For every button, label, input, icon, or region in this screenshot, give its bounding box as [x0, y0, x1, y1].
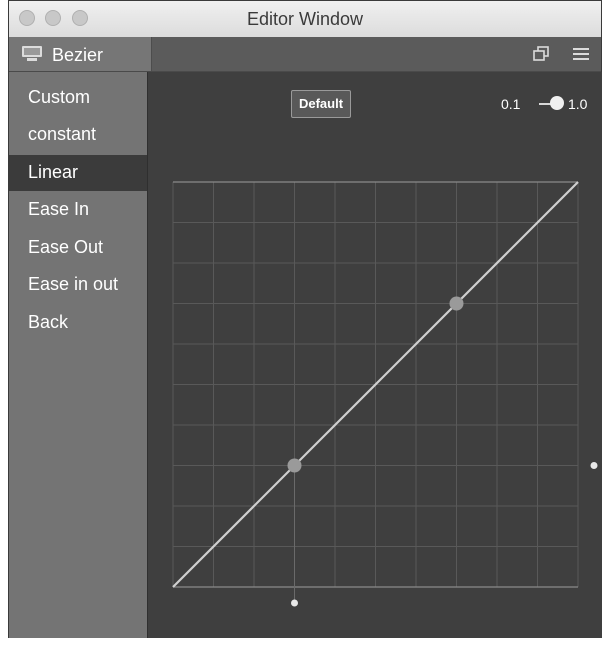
sidebar-item-constant[interactable]: constant — [9, 117, 147, 153]
menu-icon[interactable] — [572, 46, 590, 67]
sidebar-item-ease-in-out[interactable]: Ease in out — [9, 267, 147, 303]
sidebar-item-label: Linear — [28, 162, 79, 182]
curve-editor: Default 0.1 1.0 — [147, 72, 602, 638]
curve-graph[interactable] — [148, 72, 603, 638]
editor-window: Editor Window Bezier Custom constant Lin… — [8, 0, 602, 638]
tab-bar: Bezier — [9, 37, 601, 72]
display-icon — [21, 45, 43, 68]
control-point-2-handle[interactable] — [449, 296, 464, 311]
tab-label: Bezier — [52, 45, 104, 65]
title-bar[interactable]: Editor Window — [9, 1, 601, 38]
sidebar-item-ease-in[interactable]: Ease In — [9, 192, 147, 228]
zoom-max-label: 1.0 — [568, 96, 588, 112]
control-point-1-handle[interactable] — [287, 458, 302, 473]
sidebar-item-label: constant — [28, 124, 97, 144]
zoom-slider-knob[interactable] — [550, 96, 564, 110]
sidebar-item-label: Back — [28, 312, 69, 332]
sidebar-item-ease-out[interactable]: Ease Out — [9, 230, 147, 266]
y-axis-marker[interactable] — [590, 462, 598, 469]
default-button[interactable]: Default — [291, 90, 351, 118]
sidebar-item-label: Custom — [28, 87, 91, 107]
x-axis-marker[interactable] — [291, 599, 298, 607]
preset-sidebar: Custom constant Linear Ease In Ease Out … — [9, 72, 147, 638]
sidebar-item-back[interactable]: Back — [9, 305, 147, 341]
zoom-min-label: 0.1 — [501, 96, 521, 112]
window-title: Editor Window — [246, 9, 364, 29]
sidebar-item-custom[interactable]: Custom — [9, 80, 147, 116]
sidebar-item-label: Ease in out — [28, 274, 119, 294]
tab-bezier[interactable]: Bezier — [9, 37, 152, 71]
sidebar-item-linear[interactable]: Linear — [9, 155, 147, 191]
sidebar-item-label: Ease In — [28, 199, 90, 219]
sidebar-item-label: Ease Out — [28, 237, 104, 257]
restore-window-icon[interactable] — [533, 46, 549, 67]
